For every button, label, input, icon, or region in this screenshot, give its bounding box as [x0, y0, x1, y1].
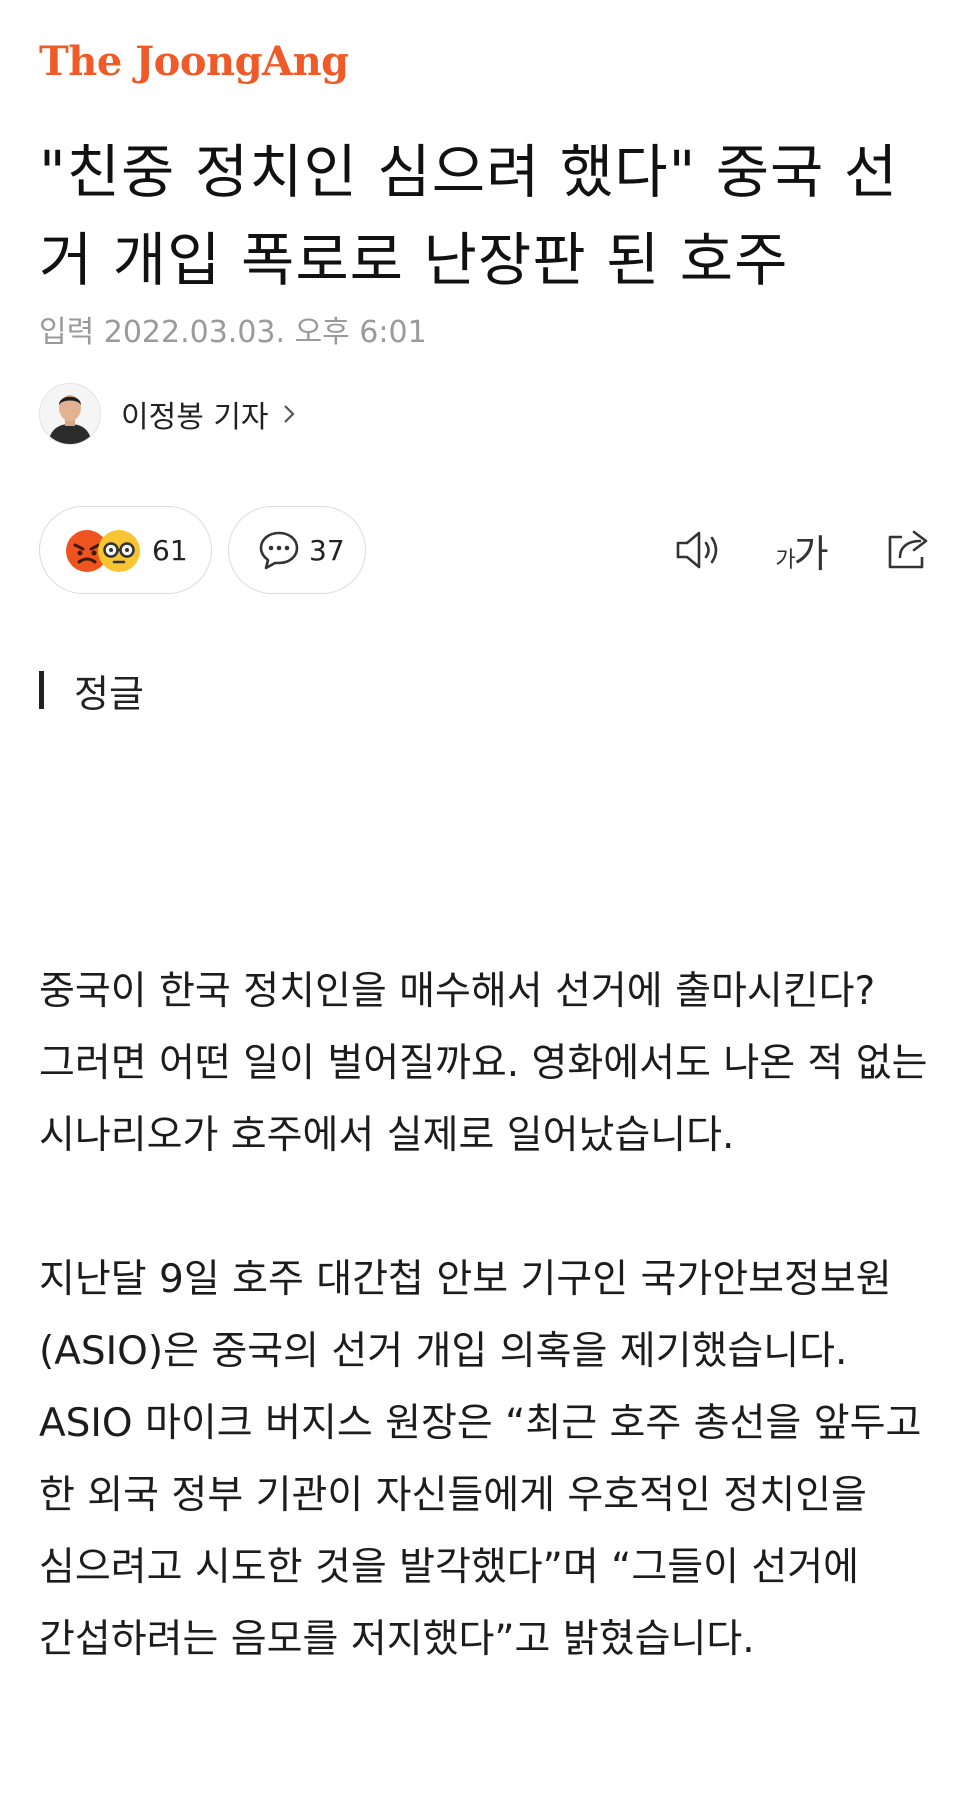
site-logo[interactable]: The JoongAng [39, 38, 349, 85]
comments-button[interactable]: 37 [228, 506, 366, 594]
article-headline: "친중 정치인 심으려 했다" 중국 선거 개입 폭로로 난장판 된 호주 [39, 138, 899, 294]
audio-button[interactable] [668, 520, 728, 580]
article-body: 중국이 한국 정치인을 매수해서 선거에 출마시킨다? 그러면 어떤 일이 벌어… [39, 956, 939, 1748]
series-label-bar [39, 671, 44, 709]
font-size-icon: 가가 [775, 531, 828, 576]
share-button[interactable] [878, 520, 938, 580]
glasses-face-icon [98, 530, 140, 572]
speaker-icon [676, 531, 718, 569]
author-name: 이정봉 기자 [121, 400, 269, 435]
reactions-button[interactable]: 61 [39, 506, 212, 594]
reaction-count: 61 [152, 533, 188, 567]
share-icon [888, 530, 928, 569]
article-paragraph: 중국이 한국 정치인을 매수해서 선거에 출마시킨다? 그러면 어떤 일이 벌어… [39, 969, 928, 1158]
author-link[interactable]: 이정봉 기자 [39, 383, 297, 445]
article-dateline: 입력 2022.03.03. 오후 6:01 [39, 315, 427, 350]
comment-icon [259, 531, 299, 570]
article-paragraph: 지난달 9일 호주 대간첩 안보 기구인 국가안보정보원(ASIO)은 중국의 … [39, 1257, 922, 1662]
comment-count: 37 [309, 533, 345, 567]
reporter-avatar [39, 383, 101, 445]
font-size-button[interactable]: 가가 [766, 520, 836, 580]
chevron-right-icon [283, 405, 295, 423]
series-label-text: 정글 [74, 671, 144, 716]
series-label: 정글 [39, 668, 144, 716]
